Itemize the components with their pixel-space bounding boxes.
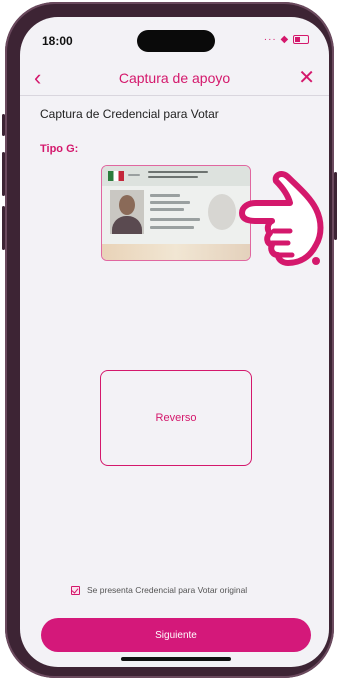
navigation-bar: ‹ Captura de apoyo ✕ [20,61,329,96]
status-bar: 18:00 ··· ◆ [20,17,329,61]
dynamic-island [137,30,215,52]
reverse-label: Reverso [155,412,197,424]
volume-down-button [2,206,5,250]
credential-front-image[interactable] [101,165,251,261]
checkbox-label: Se presenta Credencial para Votar origin… [87,585,248,595]
next-button[interactable]: Siguiente [41,618,311,652]
home-indicator [121,657,231,661]
card-title-line [148,176,198,178]
reverse-capture-button[interactable]: Reverso [100,370,252,466]
signal-icon: ··· [263,34,277,45]
card-text-line [150,194,180,197]
card-institute-line [148,171,208,173]
status-time: 18:00 [42,34,73,48]
card-country-line [128,174,140,176]
card-watermark [208,194,236,230]
card-text-line [150,201,190,204]
power-button [334,172,337,240]
screen: 18:00 ··· ◆ ‹ Captura de apoyo ✕ Captura… [20,17,329,667]
card-text-line [150,208,184,211]
volume-up-button [2,152,5,196]
original-credential-checkbox[interactable] [71,585,80,595]
page-title: Captura de apoyo [118,70,231,86]
wifi-icon: ◆ [280,34,290,45]
mute-switch [2,114,5,136]
status-icons: ··· ◆ [264,34,309,45]
card-photo [110,190,144,234]
original-credential-checkbox-row[interactable]: Se presenta Credencial para Votar origin… [71,585,247,595]
card-bottom-band [102,244,250,260]
section-heading: Captura de Credencial para Votar [40,107,219,121]
phone-frame: 18:00 ··· ◆ ‹ Captura de apoyo ✕ Captura… [2,2,337,678]
pointing-hand-icon [239,171,324,266]
battery-icon [293,34,309,44]
close-icon[interactable]: ✕ [298,65,315,90]
card-text-line [150,218,200,221]
card-type-label: Tipo G: [40,143,79,155]
card-text-line [150,226,194,229]
mexico-flag-icon [108,171,124,181]
